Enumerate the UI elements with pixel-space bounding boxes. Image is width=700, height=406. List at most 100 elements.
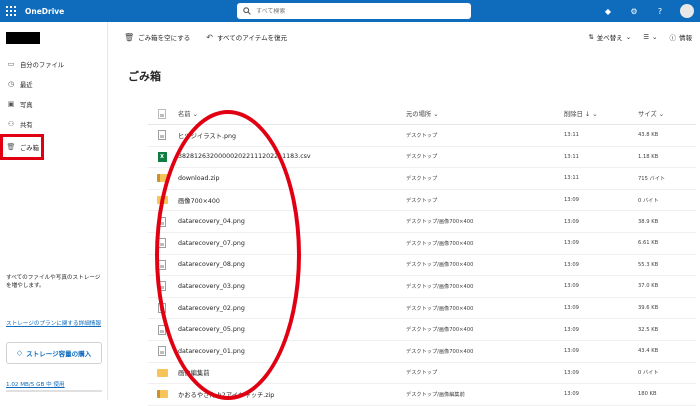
help-icon[interactable]: ? [654, 7, 666, 16]
sort-button[interactable]: ⇅ 並べ替え ⌄ [588, 32, 631, 42]
file-deleted-date: 13:09 [564, 261, 579, 268]
top-bar: OneDrive ◆ ⚙ ? [0, 0, 700, 22]
file-location: デスクトップ/画像700×400 [406, 283, 474, 290]
storage-used-link[interactable]: 1.02 MB/5 GB 中 使用 [6, 380, 65, 388]
file-size: 39.6 KB [638, 305, 659, 312]
image-file-icon [158, 130, 166, 141]
file-deleted-date: 13:09 [564, 240, 579, 247]
avatar[interactable] [680, 4, 694, 18]
sort-down-icon: ↓ [584, 111, 591, 118]
search-input[interactable] [256, 7, 456, 15]
trash-icon: 🗑 [124, 32, 135, 42]
file-size: 0 バイト [638, 370, 659, 377]
sidebar-item-shared[interactable]: ⚇ 共有 [0, 114, 108, 134]
command-bar-right: ⇅ 並べ替え ⌄ ☰ ⌄ ⓘ 情報 [588, 22, 692, 52]
info-icon: ⓘ [669, 34, 677, 42]
file-deleted-date: 13:09 [564, 305, 579, 312]
annotation-ellipse [155, 110, 301, 400]
clock-icon: ◷ [7, 80, 15, 88]
diamond-icon[interactable]: ◆ [602, 7, 614, 16]
image-file-icon [158, 346, 166, 357]
sidebar-item-photos[interactable]: ▣ 写真 [0, 94, 108, 114]
app-name[interactable]: OneDrive [25, 7, 64, 16]
file-location: デスクトップ [406, 175, 438, 182]
file-size: 37.0 KB [638, 283, 659, 290]
file-size: 32.5 KB [638, 326, 659, 333]
sidebar-item-recycle-bin[interactable]: 🗑 ごみ箱 [0, 134, 44, 160]
file-deleted-date: 13:09 [564, 197, 579, 204]
column-header-location-label: 元の場所 [406, 111, 432, 118]
diamond-icon: ◇ [16, 349, 23, 357]
file-location: デスクトップ [406, 132, 438, 139]
empty-recycle-bin-label: ごみ箱を空にする [138, 34, 191, 42]
app-launcher-icon[interactable] [0, 0, 22, 22]
file-location: デスクトップ/画像編集前 [406, 391, 465, 398]
column-header-size[interactable]: サイズ ⌄ [638, 109, 696, 118]
file-location: デスクトップ [406, 154, 438, 161]
user-name-redacted [6, 32, 40, 44]
sort-icon: ⇅ [588, 33, 594, 41]
folder-icon: ▭ [7, 60, 15, 68]
file-deleted-date: 13:09 [564, 218, 579, 225]
chevron-down-icon: ⌄ [592, 111, 598, 118]
file-deleted-date: 13:09 [564, 369, 579, 376]
info-button[interactable]: ⓘ 情報 [670, 32, 693, 42]
file-location: デスクトップ [406, 370, 438, 377]
storage-promo-text: すべてのファイルや写真のストレージを増やします。 [6, 275, 101, 289]
storage-used-bar [6, 390, 102, 392]
chevron-down-icon: ⌄ [433, 111, 439, 118]
column-header-size-label: サイズ [638, 111, 657, 118]
search-icon [243, 7, 251, 15]
zip-file-icon [156, 390, 168, 399]
excel-file-icon: X [157, 151, 167, 162]
file-size: 55.3 KB [638, 261, 659, 268]
file-deleted-date: 13:11 [564, 153, 579, 160]
file-location: デスクトップ/画像700×400 [406, 219, 474, 226]
info-label: 情報 [679, 34, 692, 42]
file-size: 715 バイト [638, 175, 666, 182]
view-options-button[interactable]: ☰ ⌄ [643, 33, 657, 41]
file-deleted-date: 13:09 [564, 348, 579, 355]
chevron-down-icon: ⌄ [625, 33, 632, 41]
sidebar-item-recent[interactable]: ◷ 最近 [0, 74, 108, 94]
sidebar: ▭ 自分のファイル ◷ 最近 ▣ 写真 ⚇ 共有 🗑 ごみ箱 すべてのファイルや… [0, 22, 108, 400]
trash-icon: 🗑 [6, 143, 16, 151]
file-location: デスクトップ/画像700×400 [406, 348, 474, 355]
file-size: 6.61 KB [638, 240, 659, 247]
file-deleted-date: 13:09 [564, 391, 579, 398]
chevron-down-icon: ⌄ [192, 111, 198, 118]
photo-icon: ▣ [7, 100, 15, 108]
sidebar-item-label: ごみ箱 [20, 144, 39, 152]
header-actions: ◆ ⚙ ? [602, 0, 694, 22]
list-view-icon: ☰ [643, 33, 650, 41]
column-header-location[interactable]: 元の場所 ⌄ [406, 109, 564, 118]
chevron-down-icon: ⌄ [658, 111, 664, 118]
file-size: 180 KB [638, 391, 657, 398]
file-size: 43.8 KB [638, 132, 659, 139]
restore-icon: ↶ [206, 32, 213, 42]
restore-all-button[interactable]: ↶ すべてのアイテムを復元 [206, 32, 287, 43]
file-deleted-date: 13:09 [564, 326, 579, 333]
file-location: デスクトップ/画像700×400 [406, 327, 474, 334]
settings-icon[interactable]: ⚙ [628, 7, 640, 16]
sidebar-item-label: 最近 [20, 81, 33, 89]
chevron-down-icon: ⌄ [652, 33, 658, 41]
search-box[interactable] [237, 3, 471, 19]
file-size: 1.18 KB [638, 153, 659, 160]
column-header-name-label: 名前 [178, 111, 191, 118]
sidebar-item-my-files[interactable]: ▭ 自分のファイル [0, 54, 108, 74]
file-type-header-icon [148, 108, 176, 119]
file-deleted-date: 13:11 [564, 132, 579, 139]
file-location: デスクトップ [406, 197, 438, 204]
buy-storage-button[interactable]: ◇ ストレージ容量の購入 [6, 342, 102, 364]
sidebar-nav: ▭ 自分のファイル ◷ 最近 ▣ 写真 ⚇ 共有 🗑 ごみ箱 [0, 54, 108, 160]
page-title: ごみ箱 [128, 70, 161, 83]
buy-storage-label: ストレージ容量の購入 [26, 350, 92, 358]
file-size: 38.9 KB [638, 218, 659, 225]
command-bar: 🗑 ごみ箱を空にする ↶ すべてのアイテムを復元 ⇅ 並べ替え ⌄ ☰ ⌄ ⓘ 情報 [108, 22, 700, 52]
people-icon: ⚇ [7, 120, 15, 128]
storage-plan-link[interactable]: ストレージのプランに関する詳細情報 [6, 320, 104, 328]
sort-label: 並べ替え [596, 34, 623, 42]
column-header-deleted[interactable]: 削除日 ↓ ⌄ [564, 109, 638, 118]
empty-recycle-bin-button[interactable]: 🗑 ごみ箱を空にする [124, 32, 191, 43]
